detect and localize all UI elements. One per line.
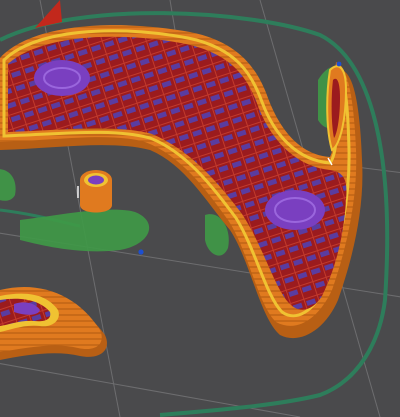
top-surface-left: [34, 60, 90, 96]
cylinder-top-surface: [88, 175, 104, 185]
slicer-viewport[interactable]: [0, 0, 400, 417]
small-cylinder-part: [80, 170, 112, 213]
seam-marker-1: [138, 249, 144, 255]
seam-marker-2: [336, 61, 342, 67]
